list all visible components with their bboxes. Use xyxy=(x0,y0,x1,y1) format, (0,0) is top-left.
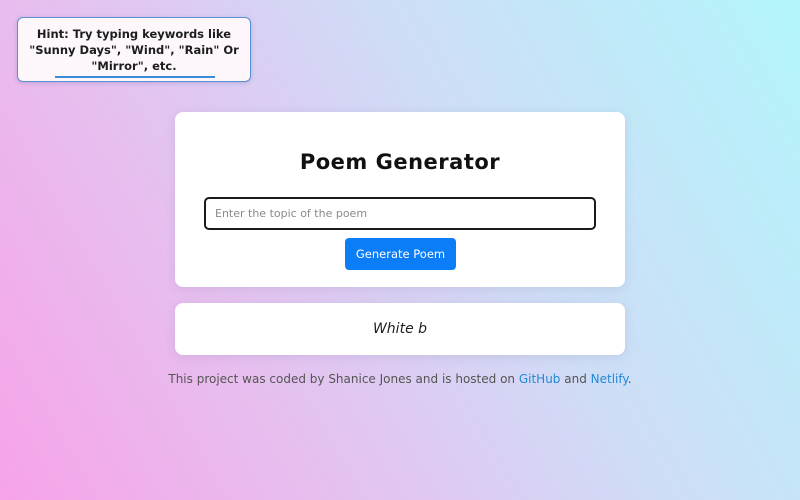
hint-text: Hint: Try typing keywords like "Sunny Da… xyxy=(29,27,239,73)
footer-prefix: This project was coded by Shanice Jones … xyxy=(168,372,519,386)
netlify-link[interactable]: Netlify xyxy=(591,372,628,386)
generate-poem-button[interactable]: Generate Poem xyxy=(345,238,456,270)
github-link[interactable]: GitHub xyxy=(519,372,561,386)
footer-middle: and xyxy=(560,372,591,386)
footer-credits: This project was coded by Shanice Jones … xyxy=(0,372,800,386)
poem-generator-card: Poem Generator Generate Poem xyxy=(175,112,625,287)
hint-underline xyxy=(55,76,215,78)
page-title: Poem Generator xyxy=(299,150,501,174)
poem-text: White b xyxy=(372,321,428,337)
footer-suffix: . xyxy=(627,372,632,386)
poem-output-card: White b xyxy=(175,303,625,355)
hint-box: Hint: Try typing keywords like "Sunny Da… xyxy=(17,17,251,82)
topic-input[interactable] xyxy=(204,197,596,230)
